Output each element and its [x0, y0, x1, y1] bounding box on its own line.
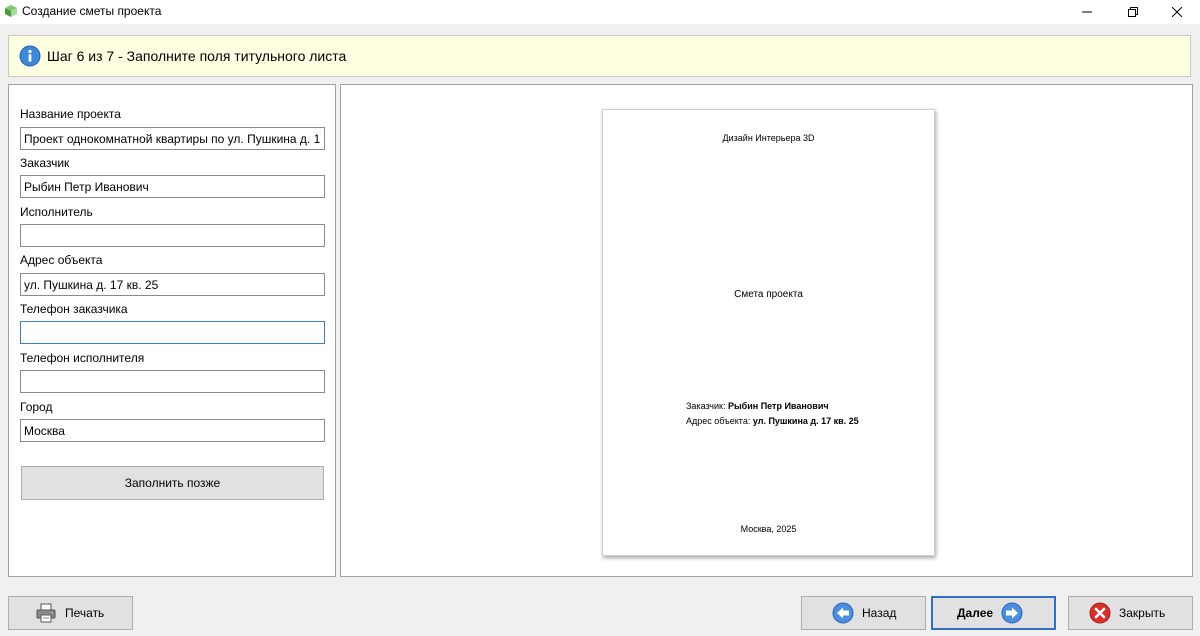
- preview-client-label: Заказчик:: [686, 401, 726, 411]
- client-phone-label: Телефон заказчика: [20, 302, 128, 316]
- contractor-phone-input[interactable]: [20, 370, 325, 393]
- contractor-phone-label: Телефон исполнителя: [20, 351, 145, 365]
- title-bar: Создание сметы проекта: [0, 0, 1200, 24]
- restore-icon: [1128, 7, 1138, 17]
- window-title: Создание сметы проекта: [22, 4, 162, 18]
- preview-footer: Москва, 2025: [740, 524, 797, 534]
- client-phone-input[interactable]: [20, 321, 325, 344]
- project-name-label: Название проекта: [20, 107, 121, 121]
- info-icon: [19, 45, 41, 67]
- step-banner: Шаг 6 из 7 - Заполните поля титульного л…: [8, 35, 1191, 77]
- city-input[interactable]: [20, 419, 325, 442]
- preview-address-label: Адрес объекта:: [686, 416, 751, 426]
- app-cube-icon: [5, 5, 17, 17]
- step-banner-text: Шаг 6 из 7 - Заполните поля титульного л…: [47, 48, 347, 64]
- preview-client-value: Рыбин Петр Иванович: [727, 401, 829, 411]
- next-button-label: Далее: [957, 606, 994, 620]
- preview-address-value: ул. Пушкина д. 17 кв. 25: [752, 416, 859, 426]
- preview-page: Дизайн Интерьера 3D Смета проекта Заказч…: [602, 109, 935, 556]
- arrow-left-icon: [832, 602, 854, 624]
- address-input[interactable]: [20, 273, 325, 296]
- close-button-label: Закрыть: [1119, 606, 1166, 620]
- back-button[interactable]: Назад: [801, 596, 926, 630]
- close-window-button[interactable]: [1154, 0, 1200, 24]
- preview-header: Дизайн Интерьера 3D: [722, 133, 815, 143]
- close-icon: [1172, 7, 1182, 17]
- client-label: Заказчик: [20, 156, 70, 170]
- fill-later-button[interactable]: Заполнить позже: [21, 466, 324, 500]
- next-button[interactable]: Далее: [931, 596, 1056, 630]
- preview-client-line: Заказчик: Рыбин Петр Иванович: [686, 401, 829, 411]
- contractor-label: Исполнитель: [20, 205, 93, 219]
- preview-address-line: Адрес объекта: ул. Пушкина д. 17 кв. 25: [686, 416, 859, 426]
- back-button-label: Назад: [862, 606, 897, 620]
- print-button[interactable]: Печать: [8, 596, 133, 630]
- preview-doc-title: Смета проекта: [734, 289, 803, 300]
- title-page-preview: Дизайн Интерьера 3D Смета проекта Заказч…: [340, 84, 1193, 577]
- minimize-button[interactable]: [1064, 0, 1110, 24]
- title-page-form: Название проекта Заказчик Исполнитель Ад…: [8, 84, 336, 577]
- client-input[interactable]: [20, 175, 325, 198]
- city-label: Город: [20, 400, 53, 414]
- project-name-input[interactable]: [20, 127, 325, 150]
- printer-icon: [36, 603, 56, 623]
- close-circle-icon: [1089, 602, 1111, 624]
- restore-button[interactable]: [1110, 0, 1156, 24]
- contractor-input[interactable]: [20, 224, 325, 247]
- minimize-icon: [1082, 11, 1092, 13]
- arrow-right-icon: [1001, 602, 1023, 624]
- print-button-label: Печать: [65, 606, 105, 620]
- close-button[interactable]: Закрыть: [1068, 596, 1193, 630]
- address-label: Адрес объекта: [20, 253, 103, 267]
